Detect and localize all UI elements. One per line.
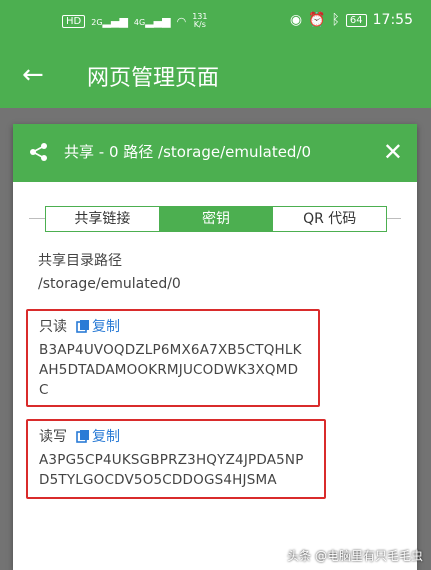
read-only-section: 只读 复制 B3AP4UVOQDZLP6MX6A7XB5CTQHLK AH5DT… bbox=[26, 309, 320, 407]
battery-icon: 64 bbox=[345, 13, 367, 27]
read-only-header: 只读 复制 bbox=[39, 316, 120, 336]
copy-icon[interactable] bbox=[76, 319, 90, 333]
path-label: 共享目录路径 bbox=[38, 253, 122, 269]
app-bar: ← 网页管理页面 bbox=[0, 42, 431, 108]
path-value: /storage/emulated/0 bbox=[38, 276, 181, 292]
bluetooth-icon: ᛒ bbox=[331, 12, 340, 28]
tab-qr-code[interactable]: QR 代码 bbox=[273, 207, 386, 231]
read-only-label: 只读 bbox=[39, 319, 67, 335]
share-icon bbox=[30, 143, 47, 161]
read-only-key[interactable]: B3AP4UVOQDZLP6MX6A7XB5CTQHLK AH5DTADAMOO… bbox=[39, 340, 302, 400]
copy-read-write-button[interactable]: 复制 bbox=[92, 426, 120, 446]
tab-share-link[interactable]: 共享链接 bbox=[46, 207, 159, 231]
tab-key[interactable]: 密钥 bbox=[158, 207, 274, 231]
tab-bar: 共享链接 密钥 QR 代码 bbox=[45, 206, 387, 232]
hd-badge: HD bbox=[62, 14, 86, 28]
read-write-header: 读写 复制 bbox=[39, 426, 120, 446]
read-write-label: 读写 bbox=[39, 429, 67, 445]
status-right: ◉ ⏰ ᛒ 64 17:55 bbox=[290, 12, 413, 28]
clock: 17:55 bbox=[372, 12, 413, 28]
wifi-icon: ◠ bbox=[176, 14, 187, 28]
signal-4g-icon: 4G▂▄▆ bbox=[133, 14, 171, 28]
copy-icon[interactable] bbox=[76, 429, 90, 443]
page-title: 网页管理页面 bbox=[87, 66, 220, 91]
signal-2g-icon: 2G▂▄▆ bbox=[91, 14, 128, 28]
read-write-key[interactable]: A3PG5CP4UKSGBPRZ3HQYZ4JPDA5NP D5TYLGOCDV… bbox=[39, 450, 304, 490]
alarm-icon: ⏰ bbox=[308, 12, 326, 28]
watermark: 头条 @电脑里有只毛毛虫 bbox=[287, 549, 423, 563]
back-arrow-icon[interactable]: ← bbox=[22, 60, 44, 90]
read-write-section: 读写 复制 A3PG5CP4UKSGBPRZ3HQYZ4JPDA5NP D5TY… bbox=[26, 419, 326, 499]
eye-icon: ◉ bbox=[289, 12, 303, 28]
copy-read-only-button[interactable]: 复制 bbox=[92, 316, 120, 336]
network-speed: 131 K/s bbox=[192, 12, 208, 29]
dialog-title: 共享 - 0 路径 /storage/emulated/0 bbox=[64, 143, 312, 161]
share-dialog: 共享 - 0 路径 /storage/emulated/0 ✕ 共享链接 密钥 … bbox=[13, 124, 417, 570]
close-icon[interactable]: ✕ bbox=[383, 138, 403, 166]
dialog-header: 共享 - 0 路径 /storage/emulated/0 ✕ bbox=[13, 124, 417, 182]
status-left: HD 2G▂▄▆ 4G▂▄▆ ◠ 131 K/s bbox=[62, 13, 208, 29]
status-bar: HD 2G▂▄▆ 4G▂▄▆ ◠ 131 K/s ◉ ⏰ ᛒ 64 17:55 bbox=[0, 0, 431, 42]
